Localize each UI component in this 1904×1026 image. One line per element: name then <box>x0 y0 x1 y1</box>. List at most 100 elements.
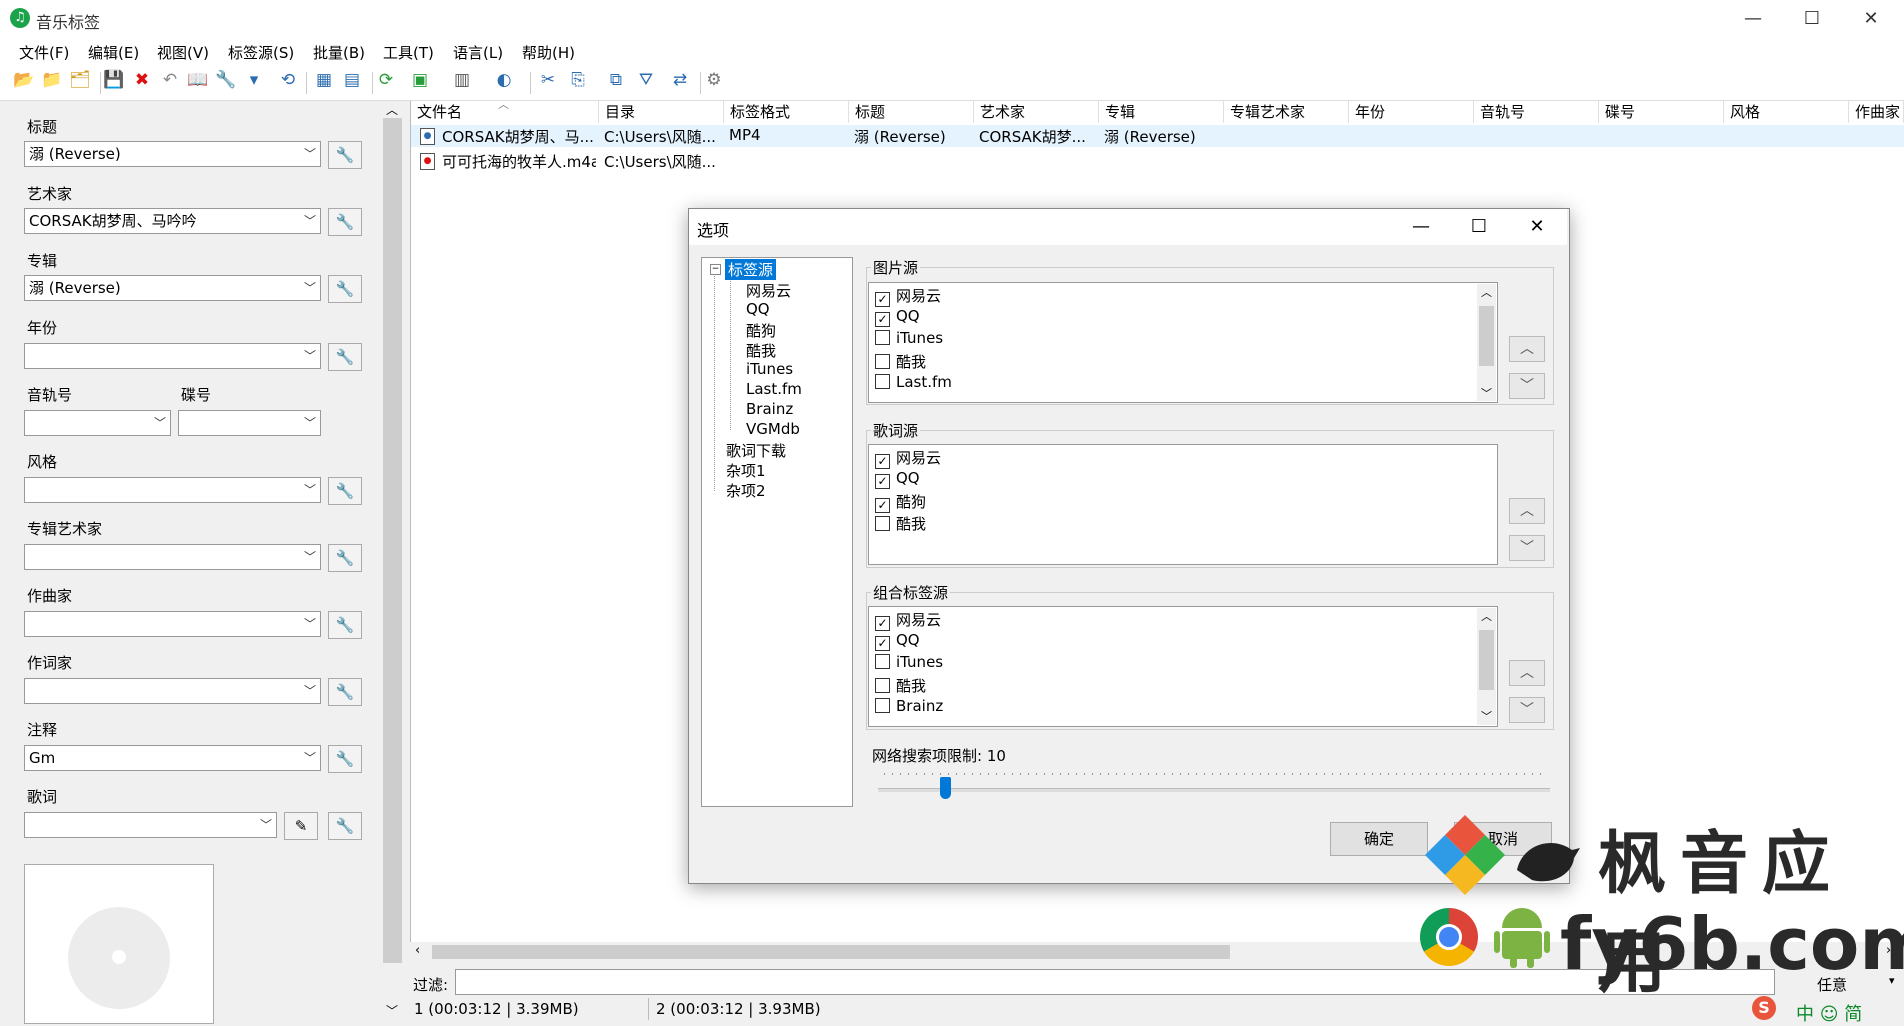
title-combo[interactable]: 溺 (Reverse) ﹀ <box>24 141 321 167</box>
undo-icon[interactable]: ↶ <box>158 68 182 92</box>
checkbox-checked-icon[interactable]: ✓ <box>875 636 890 651</box>
picture-source-item-qq[interactable]: ✓ QQ <box>875 307 920 327</box>
rename-icon[interactable]: ⇄ <box>668 68 692 92</box>
column-header-directory[interactable]: 目录 <box>599 101 724 123</box>
checkbox-checked-icon[interactable]: ✓ <box>875 292 890 307</box>
combined-source-item-netease[interactable]: ✓ 网易云 <box>875 609 941 631</box>
maximize-button[interactable]: ☐ <box>1783 0 1841 38</box>
picture-source-scrollbar-thumb[interactable] <box>1479 306 1494 366</box>
menu-tools[interactable]: 工具(T) <box>383 42 434 63</box>
album-combo[interactable]: 溺 (Reverse) ﹀ <box>24 275 321 301</box>
combined-source-item-itunes[interactable]: iTunes <box>875 653 943 671</box>
close-button[interactable]: ✕ <box>1842 0 1900 38</box>
history-icon[interactable]: ⟲ <box>276 68 300 92</box>
genre-wrench-button[interactable]: 🔧 <box>328 477 362 505</box>
picture-source-move-up-button[interactable]: ︿ <box>1509 336 1545 362</box>
refresh-icon[interactable]: ⟳ <box>374 68 398 92</box>
picture-source-item-kuwo[interactable]: 酷我 <box>875 351 926 372</box>
tree-item-kugou[interactable]: 酷狗 <box>746 320 776 341</box>
scroll-up-icon[interactable]: ︿ <box>1481 284 1492 300</box>
wrench-icon[interactable]: 🔧 <box>214 68 238 92</box>
abc-icon[interactable]: ▥ <box>450 68 474 92</box>
checkbox-unchecked-icon[interactable] <box>875 516 890 531</box>
search-limit-slider[interactable] <box>878 788 1550 792</box>
tools-icon[interactable]: ✂ <box>536 68 560 92</box>
ime-status[interactable]: 中 ☺ 简 <box>1796 1000 1904 1025</box>
ime-logo-icon[interactable]: S <box>1752 996 1776 1020</box>
open-files-icon[interactable]: 🗂 <box>68 68 92 92</box>
lyrics-edit-button[interactable]: ✎ <box>284 812 318 840</box>
comment-wrench-button[interactable]: 🔧 <box>328 745 362 773</box>
column-header-disc[interactable]: 碟号 <box>1599 101 1724 123</box>
lyricist-wrench-button[interactable]: 🔧 <box>328 678 362 706</box>
year-wrench-button[interactable]: 🔧 <box>328 343 362 371</box>
tree-item-netease[interactable]: 网易云 <box>746 280 791 301</box>
menu-view[interactable]: 视图(V) <box>157 42 209 63</box>
column-header-album[interactable]: 专辑 <box>1099 101 1224 123</box>
picture-source-move-down-button[interactable]: ﹀ <box>1509 373 1545 399</box>
tree-item-brainz[interactable]: Brainz <box>746 400 793 418</box>
disc-combo[interactable]: ﹀ <box>178 410 321 436</box>
checkbox-checked-icon[interactable]: ✓ <box>875 498 890 513</box>
column-header-tag-format[interactable]: 标签格式 <box>724 101 849 123</box>
save-icon[interactable]: 💾 <box>102 68 126 92</box>
checkbox-checked-icon[interactable]: ✓ <box>875 454 890 469</box>
checkbox-unchecked-icon[interactable] <box>875 374 890 389</box>
collapse-icon[interactable]: − <box>710 264 721 275</box>
combined-source-list[interactable]: ✓ 网易云 ✓ QQ iTunes 酷我 Brainz <box>868 606 1498 727</box>
scroll-down-icon[interactable]: ﹀ <box>1481 385 1492 401</box>
scroll-left-icon[interactable]: ‹ <box>415 943 420 958</box>
combined-source-move-down-button[interactable]: ﹀ <box>1509 697 1545 723</box>
checkbox-checked-icon[interactable]: ✓ <box>875 616 890 631</box>
composer-combo[interactable]: ﹀ <box>24 611 321 637</box>
menu-language[interactable]: 语言(L) <box>453 42 503 63</box>
minimize-button[interactable]: — <box>1724 0 1782 38</box>
image-icon[interactable]: ▣ <box>408 68 432 92</box>
ok-button[interactable]: 确定 <box>1330 822 1428 856</box>
combined-source-move-up-button[interactable]: ︿ <box>1509 660 1545 686</box>
combined-source-scrollbar-thumb[interactable] <box>1479 630 1494 690</box>
horizontal-scrollbar-thumb[interactable] <box>432 945 1230 959</box>
lyrics-icon[interactable]: ◐ <box>492 68 516 92</box>
lyricist-combo[interactable]: ﹀ <box>24 678 321 704</box>
lyrics-source-item-netease[interactable]: ✓ 网易云 <box>875 447 941 469</box>
album-artist-wrench-button[interactable]: 🔧 <box>328 544 362 572</box>
tree-item-kuwo[interactable]: 酷我 <box>746 340 776 361</box>
menu-help[interactable]: 帮助(H) <box>522 42 575 63</box>
tree-item-tag-source[interactable]: 标签源 <box>725 259 777 280</box>
grid-icon[interactable]: ▦ <box>312 68 336 92</box>
checkbox-unchecked-icon[interactable] <box>875 654 890 669</box>
checkbox-unchecked-icon[interactable] <box>875 330 890 345</box>
track-combo[interactable]: ﹀ <box>24 410 171 436</box>
lyrics-source-item-kugou[interactable]: ✓ 酷狗 <box>875 491 926 513</box>
artist-wrench-button[interactable]: 🔧 <box>328 208 362 236</box>
tree-item-lastfm[interactable]: Last.fm <box>746 380 802 398</box>
combined-source-item-kuwo[interactable]: 酷我 <box>875 675 926 696</box>
column-header-year[interactable]: 年份 <box>1349 101 1474 123</box>
composer-wrench-button[interactable]: 🔧 <box>328 611 362 639</box>
genre-combo[interactable]: ﹀ <box>24 477 321 503</box>
menu-file[interactable]: 文件(F) <box>19 42 69 63</box>
tree-item-qq[interactable]: QQ <box>746 300 770 318</box>
combined-source-item-brainz[interactable]: Brainz <box>875 697 943 715</box>
artist-combo[interactable]: CORSAK胡梦周、马吟吟 ﹀ <box>24 208 321 234</box>
checkbox-checked-icon[interactable]: ✓ <box>875 312 890 327</box>
tree-item-misc2[interactable]: 杂项2 <box>726 480 766 501</box>
column-header-title[interactable]: 标题 <box>849 101 974 123</box>
lyrics-source-list[interactable]: ✓ 网易云 ✓ QQ ✓ 酷狗 酷我 <box>868 444 1498 565</box>
checkbox-unchecked-icon[interactable] <box>875 678 890 693</box>
checkbox-unchecked-icon[interactable] <box>875 354 890 369</box>
menu-edit[interactable]: 编辑(E) <box>88 42 139 63</box>
title-wrench-button[interactable]: 🔧 <box>328 141 362 169</box>
tree-item-itunes[interactable]: iTunes <box>746 360 793 378</box>
dialog-minimize-button[interactable]: — <box>1392 209 1450 245</box>
lyrics-wrench-button[interactable]: 🔧 <box>328 812 362 840</box>
scroll-down-icon[interactable]: ﹀ <box>1481 708 1492 724</box>
picture-source-list[interactable]: ✓ 网易云 ✓ QQ iTunes 酷我 Last.fm <box>868 282 1498 403</box>
checkbox-checked-icon[interactable]: ✓ <box>875 474 890 489</box>
year-combo[interactable]: ﹀ <box>24 343 321 369</box>
dialog-maximize-button[interactable]: ☐ <box>1450 209 1508 245</box>
row2-filename[interactable]: 可可托海的牧羊人.m4a <box>442 151 596 172</box>
lyrics-source-move-down-button[interactable]: ﹀ <box>1509 535 1545 561</box>
batch-icon[interactable]: ⧉ <box>604 68 628 92</box>
